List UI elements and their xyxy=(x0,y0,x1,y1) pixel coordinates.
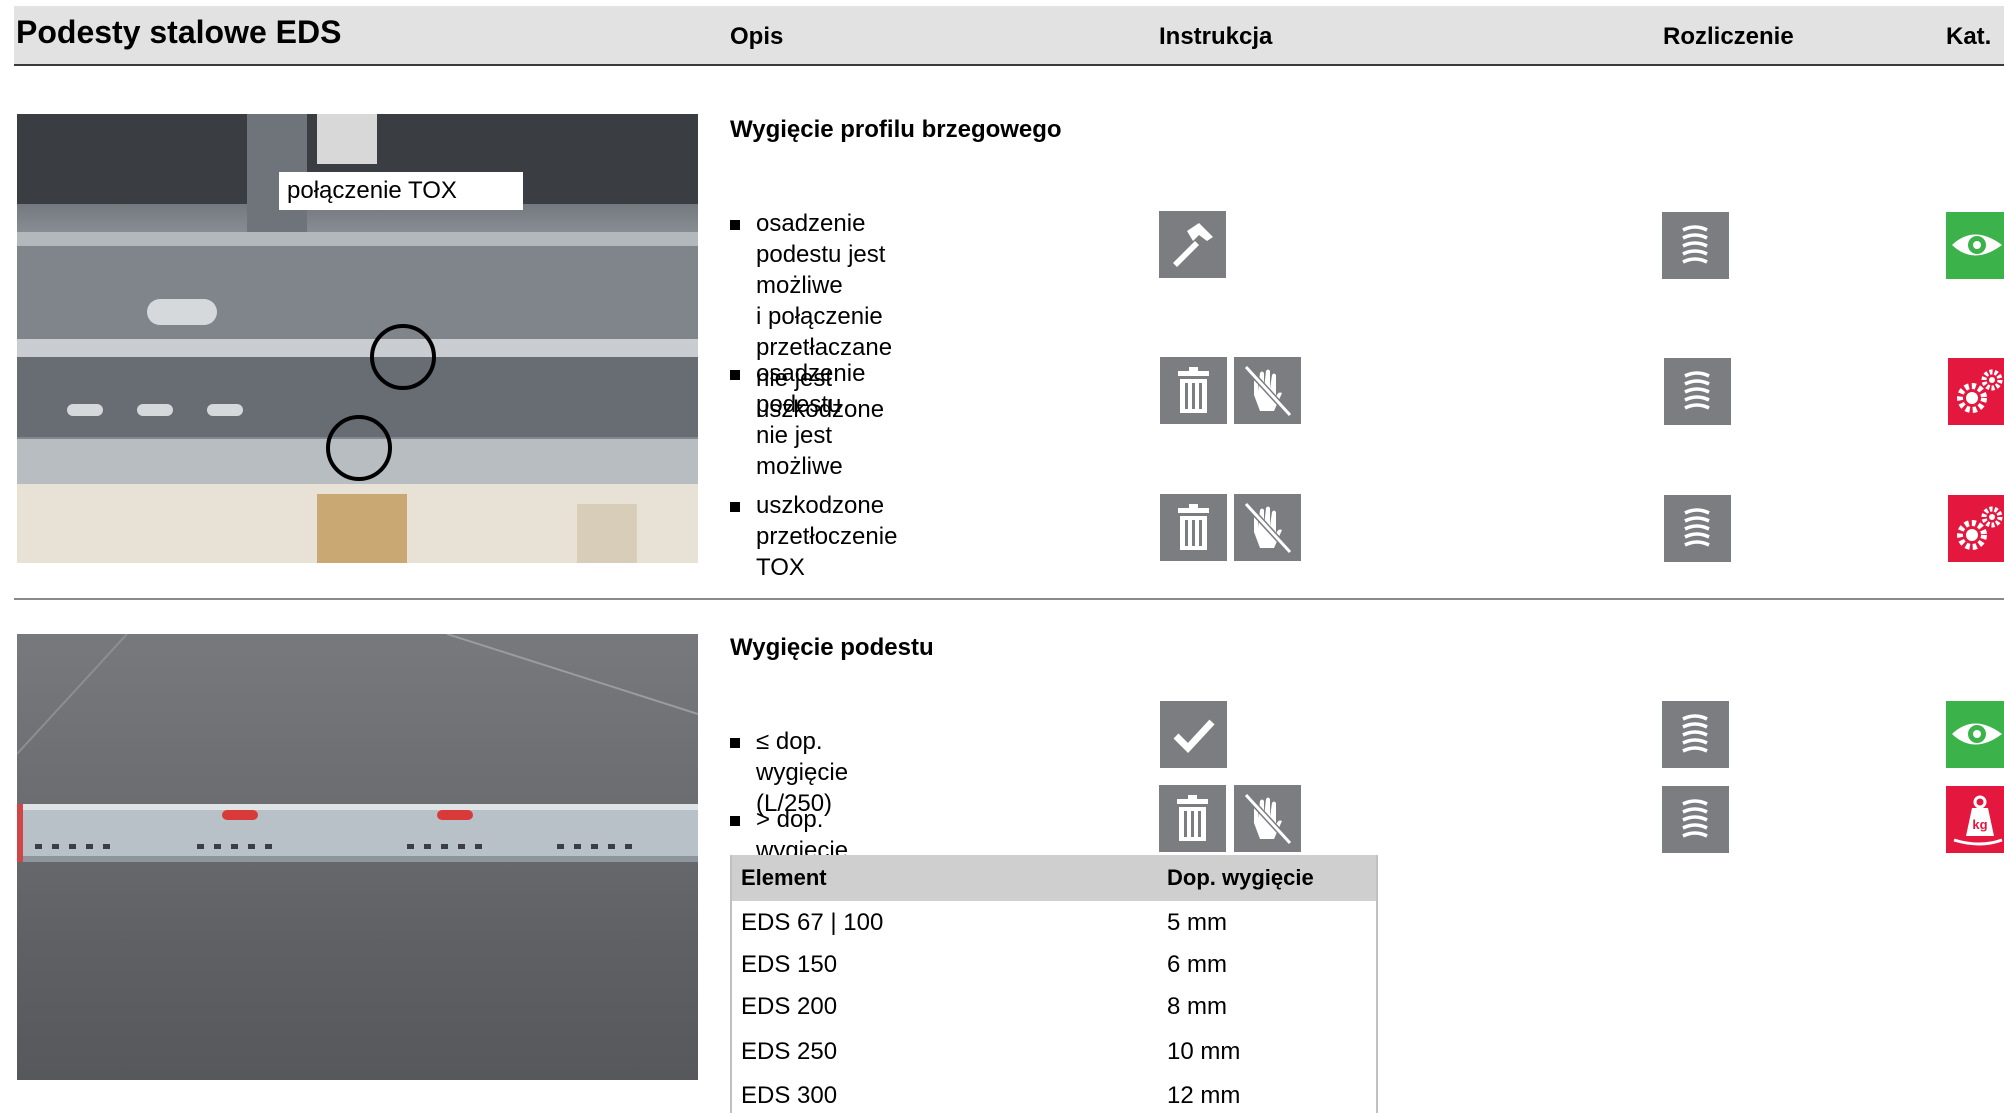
bending-limits-table: Element Dop. wygięcie EDS 67 | 100 5 mm … xyxy=(730,855,1378,1113)
trash-icon xyxy=(1159,785,1226,852)
table-cell: EDS 300 xyxy=(741,1082,838,1109)
bullet-square xyxy=(730,220,740,230)
page-header: Podesty stalowe EDS Opis Instrukcja Rozl… xyxy=(14,6,2004,66)
edge-profile-photo: połączenie TOX xyxy=(17,114,698,563)
table-cell: 10 mm xyxy=(1167,1038,1241,1065)
coil-icon xyxy=(1664,358,1731,425)
column-header-instrukcja: Instrukcja xyxy=(1159,23,1273,50)
section-title-platform-bending: Wygięcie podestu xyxy=(730,634,934,661)
column-header-kat: Kat. xyxy=(1946,23,1992,50)
coil-icon xyxy=(1664,495,1731,562)
table-cell: EDS 150 xyxy=(741,951,838,978)
gears-icon xyxy=(1948,358,2004,425)
trash-icon xyxy=(1160,357,1227,424)
tox-marker-circle xyxy=(326,415,392,481)
weight-label: kg xyxy=(1972,817,1987,832)
item-text-line: uszkodzone przetłoczenie TOX xyxy=(756,492,898,581)
bullet-square xyxy=(730,370,740,380)
platform-bending-photo xyxy=(17,634,698,1080)
photo-annotation-label: połączenie TOX xyxy=(279,172,523,210)
eye-icon xyxy=(1946,212,2004,279)
table-header-element: Element xyxy=(741,865,827,890)
coil-icon xyxy=(1662,701,1729,768)
table-cell: 5 mm xyxy=(1167,909,1227,936)
coil-icon xyxy=(1662,786,1729,853)
coil-icon xyxy=(1662,212,1729,279)
table-cell: EDS 67 | 100 xyxy=(741,909,884,936)
tox-marker-circle xyxy=(370,324,436,390)
gears-icon xyxy=(1948,495,2004,562)
column-header-opis: Opis xyxy=(730,23,784,50)
bullet-square xyxy=(730,502,740,512)
page-title: Podesty stalowe EDS xyxy=(16,14,342,50)
check-icon xyxy=(1160,701,1227,768)
eye-icon xyxy=(1946,701,2004,768)
no-hand-icon xyxy=(1234,357,1301,424)
bullet-square xyxy=(730,816,740,826)
no-hand-icon xyxy=(1234,494,1301,561)
table-cell: 8 mm xyxy=(1167,993,1227,1020)
table-cell: EDS 200 xyxy=(741,993,838,1020)
item-text-line: osadzenie podestu nie jest możliwe xyxy=(756,360,866,480)
table-cell: EDS 250 xyxy=(741,1038,838,1065)
table-cell: 12 mm xyxy=(1167,1082,1241,1109)
bullet-square xyxy=(730,738,740,748)
table-cell: 6 mm xyxy=(1167,951,1227,978)
section-title-edge-profile: Wygięcie profilu brzegowego xyxy=(730,116,1062,143)
no-hand-icon xyxy=(1234,785,1301,852)
hammer-icon xyxy=(1159,211,1226,278)
trash-icon xyxy=(1160,494,1227,561)
item-text-line: osadzenie podestu jest możliwe xyxy=(756,210,886,299)
column-header-rozliczenie: Rozliczenie xyxy=(1663,23,1794,50)
section-divider xyxy=(14,598,2004,600)
table-header-bending: Dop. wygięcie xyxy=(1167,865,1314,890)
weight-icon: kg xyxy=(1946,786,2004,853)
table-header-row: Element Dop. wygięcie xyxy=(732,855,1376,901)
